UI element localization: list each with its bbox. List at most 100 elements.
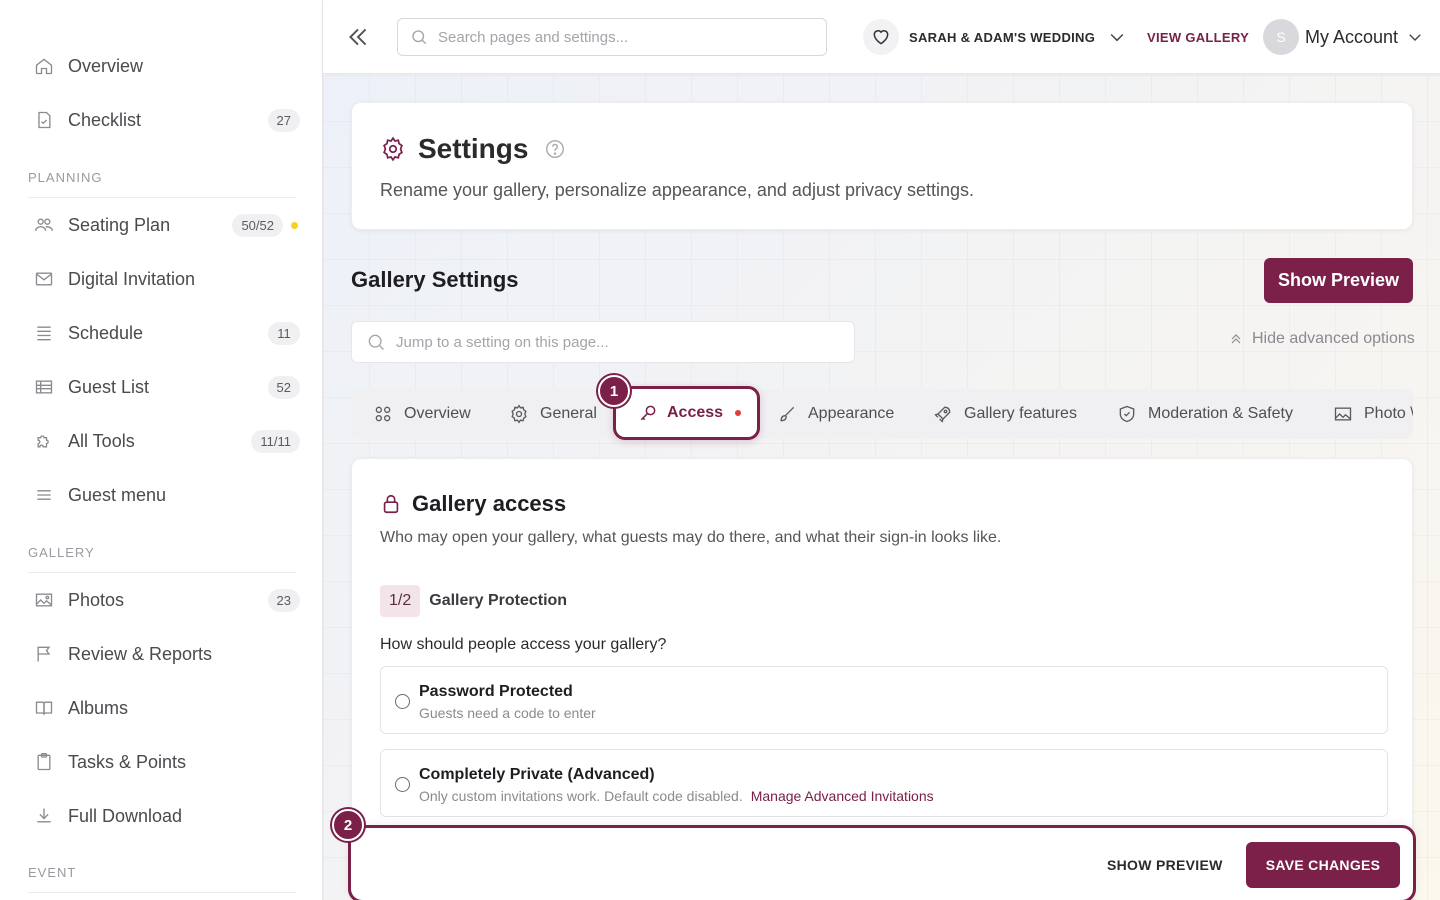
tab-label: Moderation & Safety [1148,405,1293,422]
sidebar-item-guest-menu[interactable]: Guest menu [22,473,300,517]
account-menu[interactable]: S My Account [1263,19,1424,55]
sidebar-item-label: Overview [68,55,144,76]
sidebar: Overview Checklist 27 PLANNING Seating P… [0,0,323,900]
event-selector[interactable]: SARAH & ADAM'S WEDDING [863,18,1127,56]
search-icon [366,332,386,352]
menu-icon [22,485,66,505]
sidebar-item-label: Checklist [68,109,142,130]
sidebar-item-label: Photos [68,589,125,610]
option-password-protected[interactable]: Password Protected Guests need a code to… [380,666,1388,734]
sidebar-item-all-tools[interactable]: All Tools 11/11 [22,419,300,463]
download-icon [22,806,66,826]
sidebar-item-label: All Tools [68,430,135,451]
tab-label: Photo \ [1364,405,1413,422]
tab-appearance[interactable]: Appearance [777,389,894,439]
sidebar-item-photos[interactable]: Photos 23 [22,578,300,622]
step-label: Gallery Protection [429,592,568,609]
schedule-icon [22,323,66,343]
top-bar: SARAH & ADAM'S WEDDING VIEW GALLERY S My… [323,0,1440,74]
view-gallery-link[interactable]: VIEW GALLERY [1147,30,1249,45]
jump-search[interactable] [351,321,855,363]
puzzle-icon [22,431,66,451]
count-badge: 50/52 [232,213,283,237]
jump-search-input[interactable] [396,333,854,351]
help-icon[interactable] [544,138,566,160]
manage-invitations-link[interactable]: Manage Advanced Invitations [751,788,934,804]
tab-overview[interactable]: Overview [373,389,471,439]
option-description: Only custom invitations work. Default co… [419,788,743,804]
page-title: Settings [418,133,529,164]
section-title: Gallery access [412,491,567,516]
chevron-down-icon [1107,27,1127,47]
tab-label: Gallery features [964,405,1077,422]
envelope-icon [22,269,66,289]
count-badge: 27 [267,108,300,132]
tab-photo[interactable]: Photo \ [1333,389,1413,439]
section-title-gallery: GALLERY [28,545,296,573]
tab-access[interactable]: Access [613,386,760,440]
tab-label: Access [667,404,724,421]
search-input[interactable] [438,28,826,46]
photo-icon [22,590,66,610]
sidebar-item-label: Albums [68,697,129,718]
global-search[interactable] [397,18,827,56]
sidebar-item-label: Full Download [68,805,183,826]
collapse-sidebar-icon[interactable] [345,24,371,50]
option-completely-private[interactable]: Completely Private (Advanced) Only custo… [380,749,1388,817]
radio-button[interactable] [395,694,410,709]
book-icon [22,698,66,718]
sidebar-item-label: Tasks & Points [68,751,187,772]
step-counter: 1/2 [380,585,421,617]
save-changes-button[interactable]: SAVE CHANGES [1246,842,1400,888]
radio-button[interactable] [395,777,410,792]
step-badge-1: 1 [598,375,630,407]
seating-icon [22,215,66,235]
shield-check-icon [1119,405,1135,423]
count-badge: 23 [267,588,300,612]
avatar: S [1263,19,1299,55]
heart-icon [863,19,899,55]
show-preview-button[interactable]: Show Preview [1264,258,1413,303]
sidebar-item-label: Review & Reports [68,643,213,664]
event-name: SARAH & ADAM'S WEDDING [909,29,1096,45]
hide-advanced-label: Hide advanced options [1252,330,1415,347]
section-subtitle: Who may open your gallery, what guests m… [380,529,1002,546]
account-label: My Account [1305,26,1399,47]
sidebar-item-checklist[interactable]: Checklist 27 [22,98,300,142]
photo-icon [1334,407,1352,421]
tab-general[interactable]: General [509,389,597,439]
sidebar-item-overview[interactable]: Overview [22,44,300,88]
sidebar-item-seating-plan[interactable]: Seating Plan 50/52 [22,203,300,247]
guest-list-icon [22,377,66,397]
sidebar-item-full-download[interactable]: Full Download [22,794,300,838]
tab-label: General [540,405,597,422]
sidebar-item-tasks-points[interactable]: Tasks & Points [22,740,300,784]
brush-icon [780,406,795,422]
count-badge: 52 [267,375,300,399]
sidebar-item-guest-list[interactable]: Guest List 52 [22,365,300,409]
key-icon [640,405,656,421]
chevron-down-icon [1406,28,1424,46]
option-title: Completely Private (Advanced) [419,766,655,783]
tab-moderation-safety[interactable]: Moderation & Safety [1117,389,1293,439]
sidebar-item-label: Guest List [68,376,150,397]
sidebar-item-label: Guest menu [68,484,167,505]
action-bar: SHOW PREVIEW SAVE CHANGES [348,825,1416,900]
sidebar-item-review-reports[interactable]: Review & Reports [22,632,300,676]
option-description-row: Only custom invitations work. Default co… [419,788,934,804]
gear-icon [511,404,527,424]
search-icon [410,28,428,46]
sidebar-item-schedule[interactable]: Schedule 11 [22,311,300,355]
chevrons-up-icon [1228,331,1244,347]
sidebar-item-digital-invitation[interactable]: Digital Invitation [22,257,300,301]
show-preview-link[interactable]: SHOW PREVIEW [1107,857,1223,873]
lock-icon [380,493,402,515]
settings-tabs: Overview General Appearance Gallery feat… [351,389,1413,439]
tab-gallery-features[interactable]: Gallery features [933,389,1077,439]
hide-advanced-toggle[interactable]: Hide advanced options [1228,330,1415,348]
step-badge-2: 2 [332,809,364,841]
grid-icon [375,406,391,422]
sidebar-item-albums[interactable]: Albums [22,686,300,730]
count-badge: 11/11 [251,429,300,453]
status-dot [291,221,298,229]
